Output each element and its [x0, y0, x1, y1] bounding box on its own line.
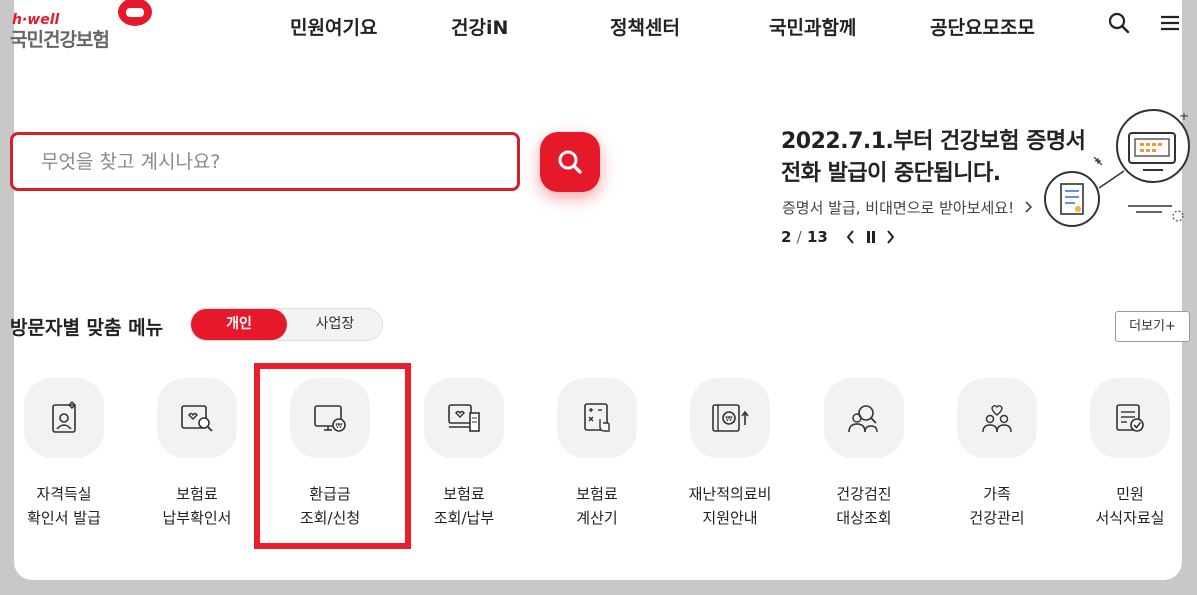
- service-item-payment-confirmation[interactable]: 보험료 납부확인서: [127, 378, 267, 530]
- logo-title: 국민건강보험: [10, 29, 110, 51]
- health-checkup-icon: [824, 378, 904, 458]
- notice-subtitle-link[interactable]: 증명서 발급, 비대면으로 받아보세요!: [782, 197, 1033, 218]
- highlight-box: [254, 363, 411, 549]
- service-label-line1: 가족: [983, 485, 1011, 503]
- service-label-line1: 보험료: [576, 485, 618, 503]
- service-item-qualification[interactable]: 자격득실 확인서 발급: [0, 378, 134, 530]
- nav-item-health-in[interactable]: 건강iN: [451, 13, 508, 40]
- service-label-line1: 건강검진: [836, 485, 892, 503]
- service-item-family-health[interactable]: 가족 건강관리: [927, 378, 1067, 530]
- service-item-premium-inquiry[interactable]: 보험료 조회/납부: [394, 378, 534, 530]
- service-label-line1: 재난적의료비: [688, 485, 772, 503]
- pager-total: 13: [806, 228, 828, 246]
- svg-text:₩: ₩: [726, 415, 733, 423]
- service-item-health-checkup[interactable]: 건강검진 대상조회: [794, 378, 934, 530]
- visitor-menu-title: 방문자별 맞춤 메뉴: [10, 317, 164, 339]
- premium-inquiry-icon: [424, 378, 504, 458]
- medical-cost-support-icon: ₩: [690, 378, 770, 458]
- service-label-line1: 자격득실: [36, 485, 92, 503]
- next-icon[interactable]: [884, 228, 898, 246]
- pause-icon[interactable]: [864, 228, 878, 246]
- search-box: [10, 132, 520, 191]
- prev-icon[interactable]: [844, 228, 858, 246]
- service-label-line2: 계산기: [576, 509, 618, 527]
- tab-individual[interactable]: 개인: [191, 309, 287, 340]
- service-item-calculator[interactable]: 보험료 계산기: [527, 378, 667, 530]
- calculator-icon: [557, 378, 637, 458]
- hamburger-menu-icon[interactable]: [1159, 12, 1181, 34]
- service-label-line2: 지원안내: [702, 509, 758, 527]
- service-label-line2: 조회/납부: [433, 509, 495, 527]
- pager-separator: /: [796, 228, 802, 246]
- visitor-type-toggle: 개인 사업장: [190, 308, 383, 341]
- chevron-right-icon: [1025, 199, 1033, 217]
- family-health-icon: [957, 378, 1037, 458]
- search-input[interactable]: [13, 135, 517, 188]
- service-label-line2: 서식자료실: [1095, 509, 1165, 527]
- search-button[interactable]: [540, 132, 600, 192]
- civil-forms-icon: [1090, 378, 1170, 458]
- search-icon[interactable]: [1108, 12, 1130, 34]
- service-label-line1: 보험료: [443, 485, 485, 503]
- site-logo[interactable]: h·well 국민건강보험: [10, 0, 160, 52]
- tab-business[interactable]: 사업장: [287, 309, 383, 340]
- service-label-line1: 민원: [1116, 485, 1144, 503]
- nav-item-minwon[interactable]: 민원여기요: [290, 13, 377, 40]
- nav-item-with-people[interactable]: 국민과함께: [769, 13, 856, 40]
- service-label-line2: 납부확인서: [162, 509, 232, 527]
- logo-mark-icon: [118, 0, 152, 26]
- search-button-icon: [558, 150, 582, 174]
- nav-item-about[interactable]: 공단요모조모: [930, 13, 1035, 40]
- service-label-line2: 확인서 발급: [27, 509, 101, 527]
- payment-confirmation-icon: [157, 378, 237, 458]
- notice-pager: 2 / 13: [781, 228, 898, 246]
- service-item-medical-support[interactable]: ₩ 재난적의료비 지원안내: [660, 378, 800, 530]
- service-label-line2: 건강관리: [969, 509, 1025, 527]
- service-label-line1: 보험료: [176, 485, 218, 503]
- notice-illustration-icon: [1040, 108, 1190, 238]
- service-label-line2: 대상조회: [836, 509, 892, 527]
- pager-current: 2: [781, 228, 792, 246]
- service-item-civil-forms[interactable]: 민원 서식자료실: [1060, 378, 1197, 530]
- more-button[interactable]: 더보기+: [1115, 311, 1190, 342]
- nav-item-policy-center[interactable]: 정책센터: [610, 13, 680, 40]
- notice-subtitle: 증명서 발급, 비대면으로 받아보세요!: [782, 199, 1015, 217]
- qualification-certificate-icon: [24, 378, 104, 458]
